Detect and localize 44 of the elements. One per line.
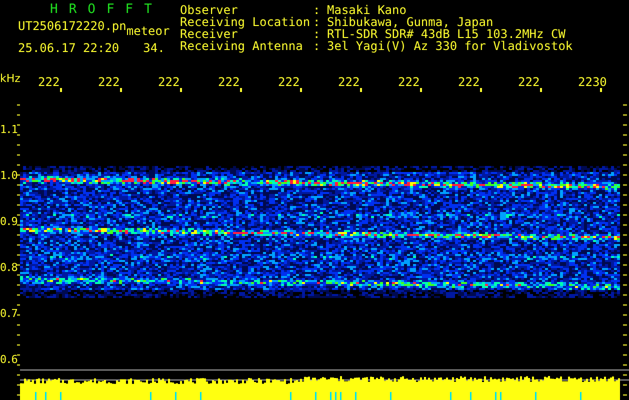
time-label: 222 — [338, 76, 360, 88]
info-label: Receiving Antenna — [180, 40, 304, 52]
time-tick — [420, 88, 422, 92]
info-value: 3el Yagi(V) Az 330 for Vladivostok — [327, 40, 573, 52]
frequency-label: 0.7 — [0, 308, 17, 322]
time-tick — [60, 88, 62, 92]
time-tick — [480, 88, 482, 92]
time-tick — [360, 88, 362, 92]
time-label: 222 — [518, 76, 540, 88]
info-value: Shibukawa, Gunma, Japan — [327, 16, 494, 28]
frequency-label: 1.0 — [0, 170, 17, 184]
file-name: UT2506172220.pn — [18, 20, 126, 33]
time-label: 222 — [158, 76, 180, 88]
time-tick — [240, 88, 242, 92]
time-label: 2230 — [578, 76, 607, 88]
info-label: Observer — [180, 4, 238, 16]
frequency-label: 1.1 — [0, 124, 17, 138]
frequency-label: 0.9 — [0, 216, 17, 230]
info-separator: : — [313, 4, 322, 16]
time-tick — [540, 88, 542, 92]
time-tick — [180, 88, 182, 92]
time-label: 222 — [218, 76, 240, 88]
event-type: meteor — [126, 25, 170, 38]
frequency-label: 0.6 — [0, 354, 17, 368]
time-tick — [300, 88, 302, 92]
date-time: 25.06.17 22:20 — [18, 42, 120, 55]
time-tick — [600, 88, 602, 92]
info-label: Receiver — [180, 28, 238, 40]
time-label: 222 — [458, 76, 480, 88]
info-separator: : — [313, 28, 322, 40]
info-separator: : — [313, 16, 322, 28]
info-label: Receiving Location — [180, 16, 312, 28]
info-value: RTL-SDR SDR# 43dB L15 103.2MHz CW — [327, 28, 566, 40]
time-tick — [120, 88, 122, 92]
info-separator: : — [313, 40, 322, 52]
info-value: Masaki Kano — [327, 4, 408, 16]
unit-label: kHz — [0, 73, 20, 87]
frequency-label: 0.8 — [0, 262, 17, 276]
time-label: 222 — [38, 76, 60, 88]
count-value: 34. — [143, 42, 165, 55]
time-label: 222 — [98, 76, 120, 88]
time-label: 222 — [398, 76, 420, 88]
time-label: 222 — [278, 76, 300, 88]
app-title: HROFFT — [50, 3, 164, 17]
